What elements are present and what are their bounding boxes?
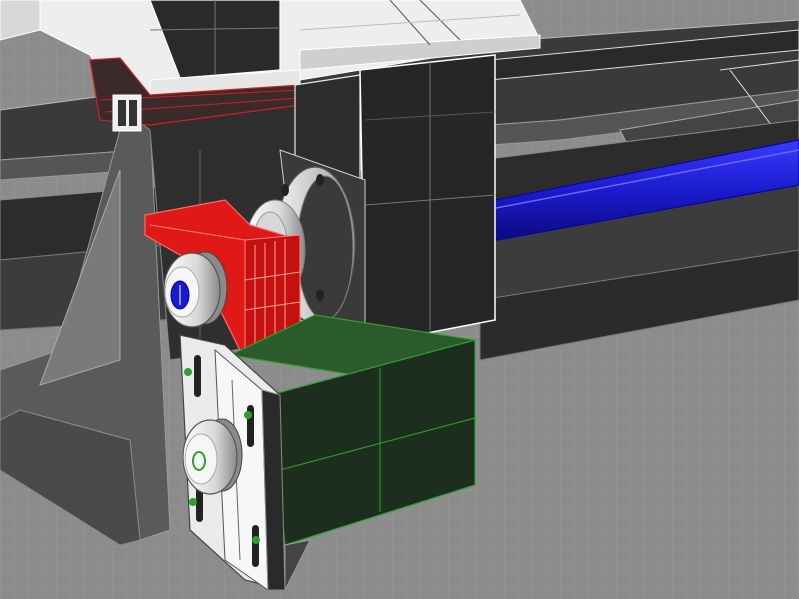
idler-pulley-lower[interactable] [182, 418, 243, 495]
3d-viewport[interactable] [0, 0, 799, 599]
idler-pulley-upper[interactable] [163, 251, 228, 328]
rail-end-block[interactable] [112, 94, 142, 132]
scene-canvas[interactable] [0, 0, 799, 599]
